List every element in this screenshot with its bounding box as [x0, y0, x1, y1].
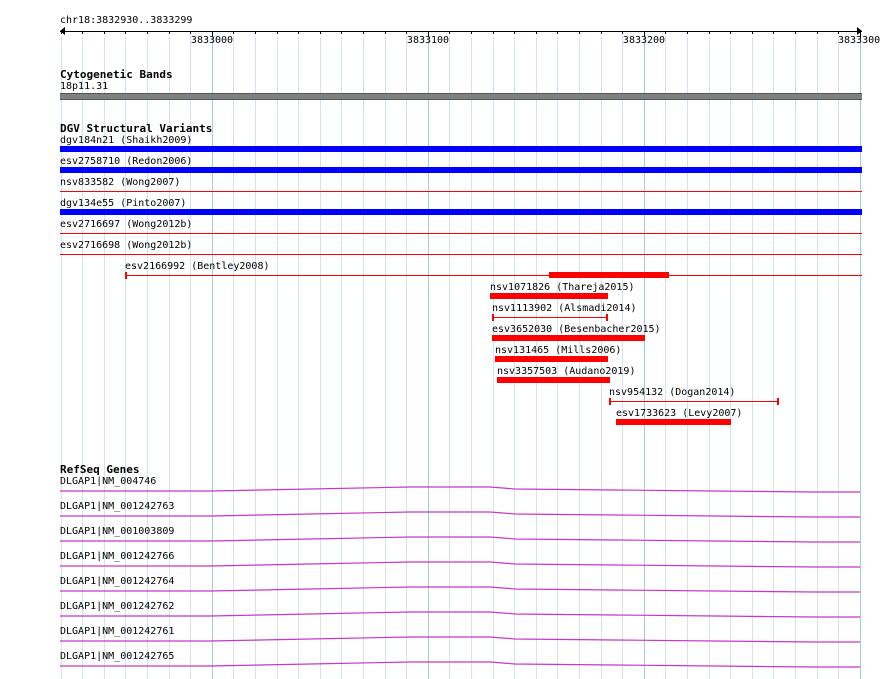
- genome-browser-view: chr18:3832930..3833299 3833000 3833100 3…: [0, 0, 890, 679]
- gene-model-line[interactable]: [60, 611, 860, 618]
- gene-model-line[interactable]: [60, 536, 860, 543]
- gene-model-line[interactable]: [60, 486, 860, 493]
- gene-model-line[interactable]: [60, 636, 860, 643]
- gene-model-line[interactable]: [60, 586, 860, 593]
- gene-models: [60, 486, 860, 668]
- gene-model-line[interactable]: [60, 661, 860, 668]
- gene-model-line[interactable]: [60, 511, 860, 518]
- gene-model-line[interactable]: [60, 561, 860, 568]
